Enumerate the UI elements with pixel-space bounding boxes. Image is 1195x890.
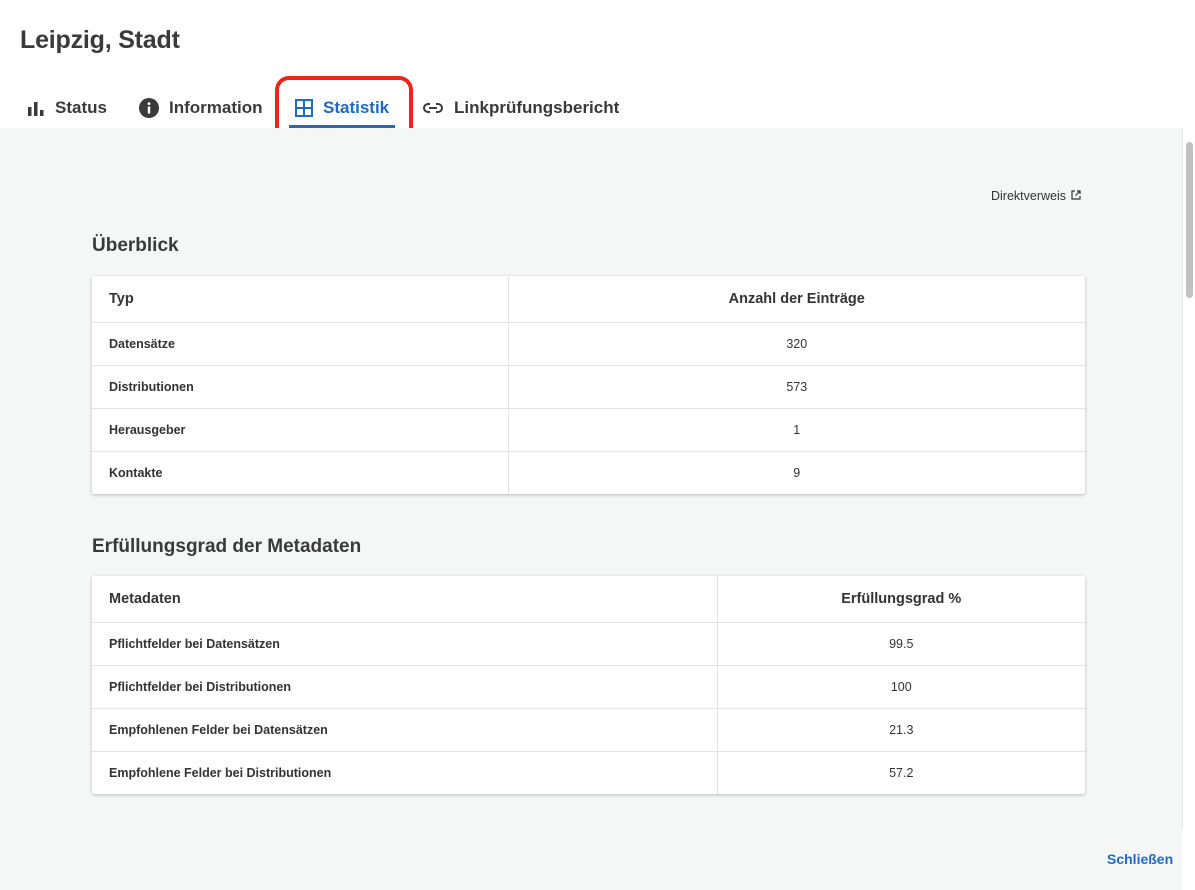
metadata-title: Erfüllungsgrad der Metadaten [92,536,362,557]
table-row: Datensätze 320 [92,322,1085,366]
close-button[interactable]: Schließen [1107,851,1173,867]
row-value: 9 [507,451,1085,494]
tab-label: Information [169,98,263,117]
column-header-erfuellungsgrad: Erfüllungsgrad % [716,576,1085,623]
row-value: 21.3 [716,708,1085,752]
row-value: 99.5 [716,622,1085,666]
overview-table: Typ Anzahl der Einträge Datensätze 320 D… [92,276,1085,494]
row-value: 100 [716,665,1085,709]
tab-label: Status [55,98,107,117]
info-icon [139,98,159,118]
column-header-anzahl: Anzahl der Einträge [507,276,1085,323]
table-row: Kontakte 9 [92,451,1085,494]
row-label: Empfohlenen Felder bei Datensätzen [92,708,717,752]
table-row: Herausgeber 1 [92,408,1085,452]
direct-link[interactable]: Direktverweis [991,189,1081,203]
scrollbar-thumb[interactable] [1186,142,1193,298]
row-label: Empfohlene Felder bei Distributionen [109,765,332,780]
direct-link-label: Direktverweis [991,189,1067,203]
metadata-table: Metadaten Erfüllungsgrad % Pflichtfelder… [92,576,1085,794]
tab-label: Linkprüfungsbericht [454,98,620,117]
row-value: 573 [507,365,1085,409]
external-link-icon [1066,189,1081,203]
tab-status[interactable]: Status [27,88,107,128]
bar-chart-icon [27,100,45,116]
table-row: Pflichtfelder bei Datensätzen 99.5 [92,622,1085,666]
row-value: 1 [507,408,1085,452]
tab-label: Statistik [323,98,390,117]
page-title: Leipzig, Stadt [20,26,180,54]
table-row: Distributionen 573 [92,365,1085,409]
table-row: Empfohlene Felder bei Distributionen 57.… [92,751,1085,794]
row-label: Pflichtfelder bei Datensätzen [92,622,717,666]
row-label: Kontakte [109,465,163,480]
tab-information[interactable]: Information [139,88,263,128]
row-label: Distributionen [92,365,508,409]
table-row: Empfohlenen Felder bei Datensätzen 21.3 [92,708,1085,752]
table-grid-icon [295,99,313,117]
scrollbar[interactable] [1182,128,1195,828]
row-value: 57.2 [716,751,1085,794]
row-label: Pflichtfelder bei Distributionen [92,665,717,709]
overview-title: Überblick [92,235,179,256]
column-header-metadaten: Metadaten [92,576,717,623]
row-value: 320 [507,322,1085,366]
table-row: Pflichtfelder bei Distributionen 100 [92,665,1085,709]
link-icon [422,102,444,114]
tab-statistik[interactable]: Statistik [289,88,396,128]
tab-bar: Status Information Statistik Linkprüfung… [0,88,1195,128]
column-header-typ: Typ [92,276,508,323]
row-label: Herausgeber [92,408,508,452]
row-label: Datensätze [92,322,508,366]
tab-linkpruefungsbericht[interactable]: Linkprüfungsbericht [422,88,619,128]
